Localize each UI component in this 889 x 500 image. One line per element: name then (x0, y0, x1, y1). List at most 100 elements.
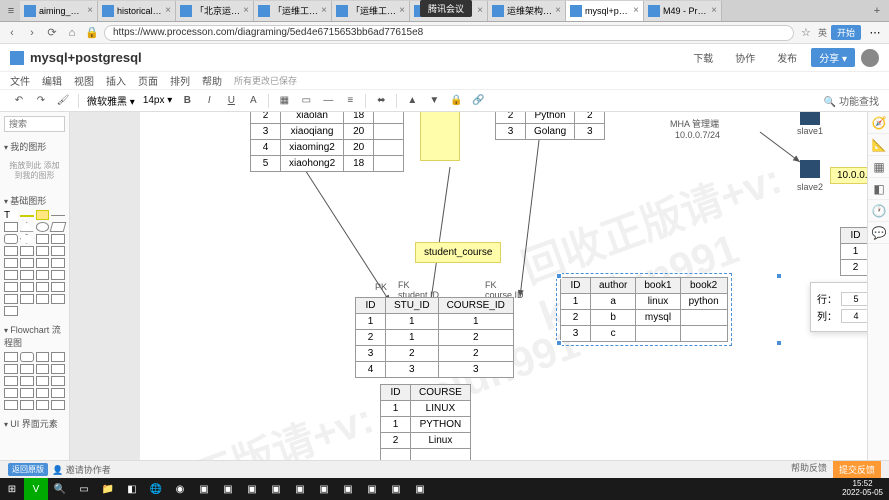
nav-icon[interactable]: 🧭 (868, 112, 889, 134)
redo-button[interactable]: ↷ (32, 92, 50, 110)
menu-插入[interactable]: 插入 (106, 73, 126, 88)
menu-帮助[interactable]: 帮助 (202, 73, 222, 88)
table-books[interactable]: IDauthorbook1book21alinuxpython2bmysql3c (560, 277, 728, 342)
app-icon[interactable]: ▣ (312, 478, 336, 500)
url-input[interactable]: https://www.processon.com/diagraming/5ed… (104, 25, 794, 41)
back-button[interactable]: ‹ (4, 25, 20, 41)
vscode-icon[interactable]: ◧ (120, 478, 144, 500)
size-select[interactable]: 14px ▾ (141, 95, 175, 106)
new-tab-button[interactable]: + (867, 5, 887, 17)
close-icon[interactable]: × (87, 5, 93, 16)
close-icon[interactable]: × (477, 5, 483, 16)
submit-button[interactable]: 提交反馈 (833, 461, 881, 478)
server-icon[interactable] (800, 112, 820, 125)
italic-button[interactable]: I (200, 92, 218, 110)
menu-视图[interactable]: 视图 (74, 73, 94, 88)
publish-button[interactable]: 发布 (769, 48, 805, 67)
link-button[interactable]: 🔗 (469, 92, 487, 110)
table-students[interactable]: 2xiaolan183xiaoqiang204xiaoming2205xiaoh… (250, 112, 404, 172)
table-course[interactable]: IDCOURSE1LINUX1PYTHON2Linux (380, 384, 471, 463)
app-icon[interactable]: ▣ (264, 478, 288, 500)
server-icon[interactable] (800, 160, 820, 178)
edge-icon[interactable]: 🌐 (144, 478, 168, 500)
app-icon[interactable]: ▣ (336, 478, 360, 500)
user-avatar[interactable] (861, 49, 879, 67)
close-icon[interactable]: × (243, 5, 249, 16)
menu-排列[interactable]: 排列 (170, 73, 190, 88)
task-view-icon[interactable]: ▭ (72, 478, 96, 500)
browser-tab[interactable]: mysql+postgresq...× (566, 1, 644, 21)
close-icon[interactable]: × (399, 5, 405, 16)
my-shapes-section[interactable]: 我的图形 (4, 138, 65, 155)
paint-button[interactable]: 🖌 (54, 92, 72, 110)
close-icon[interactable]: × (555, 5, 561, 16)
home-button[interactable]: ⌂ (64, 25, 80, 41)
menu-文件[interactable]: 文件 (10, 73, 30, 88)
line-style-button[interactable]: — (319, 92, 337, 110)
browser-tab[interactable]: aiming_百度搜索× (20, 1, 98, 21)
app-icon[interactable]: ▣ (192, 478, 216, 500)
stroke-button[interactable]: ▭ (297, 92, 315, 110)
font-select[interactable]: 微软雅黑 ▾ (85, 93, 137, 108)
basic-shapes-section[interactable]: 基础图形 (4, 192, 65, 209)
menu-页面[interactable]: 页面 (138, 73, 158, 88)
browser-tab[interactable]: M49 - ProcessOn× (644, 1, 722, 21)
app-icon[interactable]: ▣ (384, 478, 408, 500)
undo-button[interactable]: ↶ (10, 92, 28, 110)
browser-menu-icon[interactable]: ≡ (2, 2, 20, 20)
browser-tab[interactable]: 「运维工程师招聘」...× (332, 1, 410, 21)
share-button[interactable]: 分享 ▾ (811, 48, 855, 67)
star-icon[interactable]: ☆ (798, 25, 814, 41)
flowchart-section[interactable]: Flowchart 流程图 (4, 321, 65, 351)
close-icon[interactable]: × (321, 5, 327, 16)
fill-button[interactable]: ▦ (275, 92, 293, 110)
browser-tab[interactable]: historical trend of...× (98, 1, 176, 21)
close-icon[interactable]: × (165, 5, 171, 16)
collab-link[interactable]: 👤 邀请协作者 (52, 463, 111, 476)
app-icon[interactable]: ▣ (240, 478, 264, 500)
system-clock[interactable]: 15:522022-05-05 (836, 480, 889, 498)
menu-编辑[interactable]: 编辑 (42, 73, 62, 88)
close-icon[interactable]: × (633, 5, 639, 16)
grid-icon[interactable]: ▦ (868, 156, 889, 178)
return-button[interactable]: 返回原版 (8, 463, 48, 476)
start-button[interactable]: 开始 (831, 25, 861, 40)
explorer-icon[interactable]: 📁 (96, 478, 120, 500)
text-color-button[interactable]: A (244, 92, 262, 110)
selection-handle[interactable] (776, 340, 782, 346)
shape-search-input[interactable] (4, 116, 65, 132)
help-link[interactable]: 帮助反馈 (791, 461, 827, 478)
browser-tab[interactable]: 「北京运维工程师招...× (176, 1, 254, 21)
app-icon[interactable]: ▣ (360, 478, 384, 500)
browser-tab[interactable]: 「运维工程师招聘」...× (254, 1, 332, 21)
browser-tab[interactable]: 运维架构图 - Proc...× (488, 1, 566, 21)
canvas[interactable]: 回收正版请+v: kunlun991 回收正版请+v: kunlun991 2x… (140, 112, 889, 490)
search-icon[interactable]: 🔍 (48, 478, 72, 500)
front-button[interactable]: ▲ (403, 92, 421, 110)
ruler-icon[interactable]: 📐 (868, 134, 889, 156)
start-icon[interactable]: ⊞ (0, 478, 24, 500)
refresh-button[interactable]: ⟳ (44, 25, 60, 41)
format-icon[interactable]: ◧ (868, 178, 889, 200)
ui-elements-section[interactable]: UI 界面元素 (4, 415, 65, 432)
align-button[interactable]: ⬌ (372, 92, 390, 110)
selection-handle[interactable] (556, 273, 562, 279)
back-button-z[interactable]: ▼ (425, 92, 443, 110)
line-width-button[interactable]: ≡ (341, 92, 359, 110)
browser-more-icon[interactable]: ⋯ (865, 26, 885, 39)
table-student-course[interactable]: IDSTU_IDCOURSE_ID111212322433 (355, 297, 514, 378)
lock-button[interactable]: 🔒 (447, 92, 465, 110)
chrome-icon[interactable]: ◉ (168, 478, 192, 500)
selection-handle[interactable] (556, 340, 562, 346)
coop-button[interactable]: 协作 (727, 48, 763, 67)
bold-button[interactable]: B (178, 92, 196, 110)
comment-icon[interactable]: 💬 (868, 222, 889, 244)
forward-button[interactable]: › (24, 25, 40, 41)
app-icon[interactable]: ▣ (216, 478, 240, 500)
document-title[interactable]: mysql+postgresql (30, 50, 685, 65)
download-button[interactable]: 下载 (685, 48, 721, 67)
app-icon[interactable]: ▣ (288, 478, 312, 500)
function-search[interactable]: 🔍 功能查找 (824, 93, 879, 108)
task-app-icon[interactable]: V (24, 478, 48, 500)
table-courses-top[interactable]: 2Python23Golang3 (495, 112, 605, 140)
